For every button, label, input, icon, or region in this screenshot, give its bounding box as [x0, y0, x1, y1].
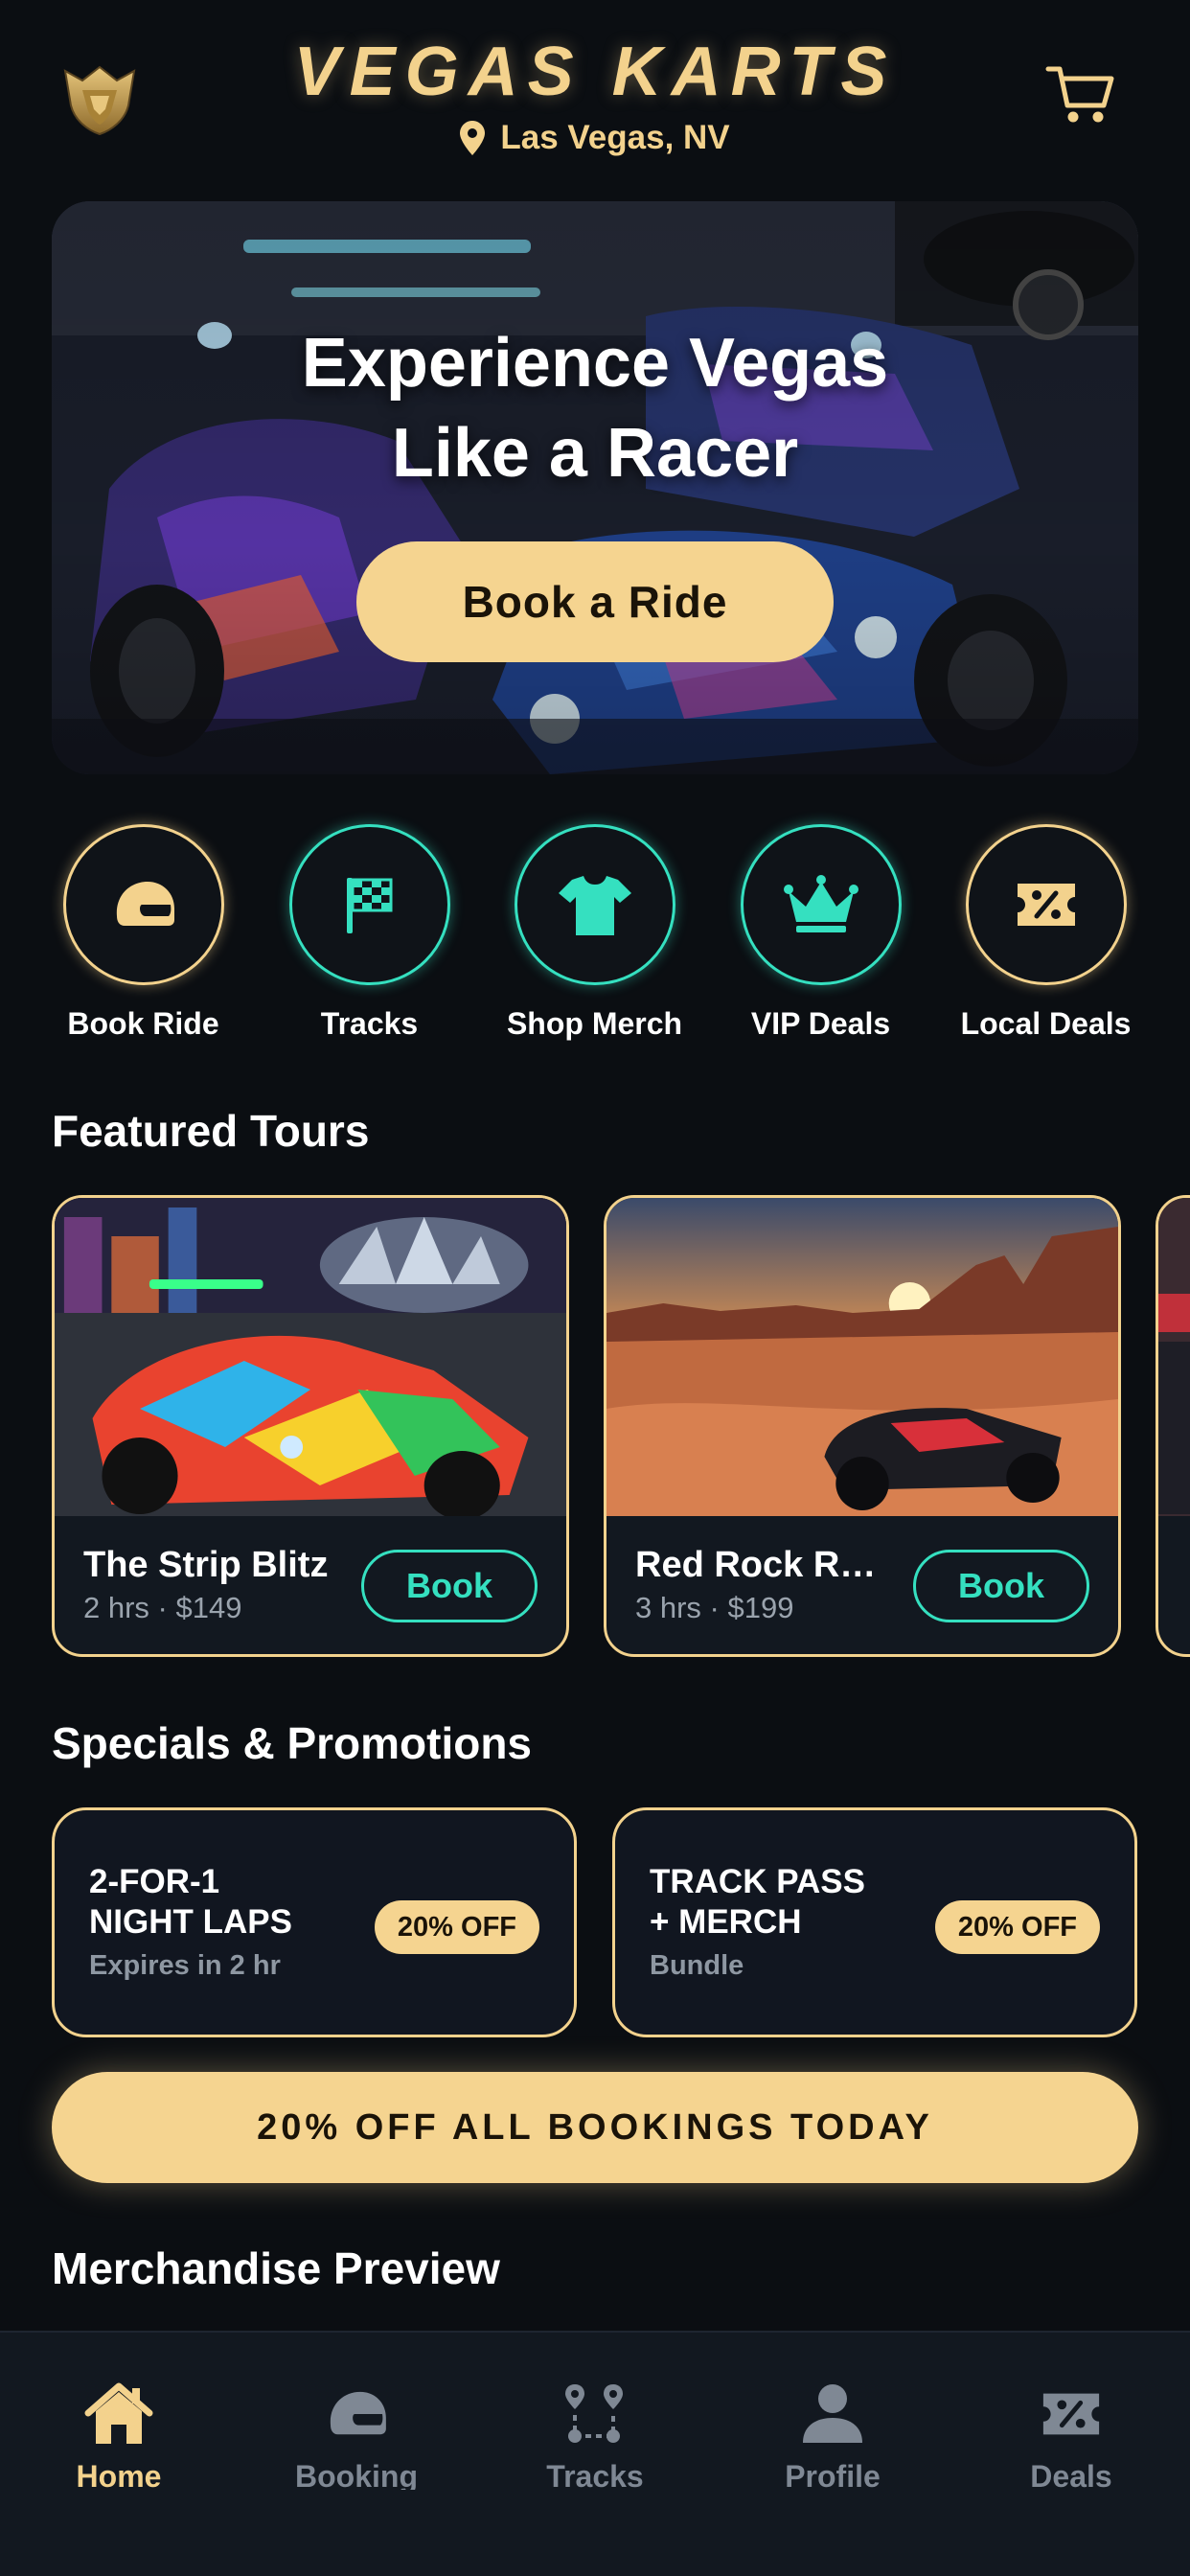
quick-action-label: Book Ride — [67, 1006, 219, 1041]
discount-badge: 20% OFF — [374, 1900, 539, 1954]
specials-title: Specials & Promotions — [52, 1718, 533, 1768]
promo-card[interactable]: 2-FOR-1 NIGHT LAPS Expires in 2 hr 20% O… — [52, 1807, 577, 2037]
nav-item-tracks[interactable]: Tracks — [490, 2380, 700, 2490]
quick-action-vip-deals[interactable]: VIP Deals — [708, 824, 933, 1042]
hero-banner: Experience Vegas Like a Racer Book a Rid… — [52, 201, 1138, 774]
red-rock-image — [606, 1198, 1118, 1516]
promo-title: 2-FOR-1 NIGHT LAPS — [89, 1863, 292, 1941]
quick-action-label: Shop Merch — [506, 1006, 683, 1041]
map-pin-icon — [460, 121, 486, 155]
crown-icon — [783, 875, 858, 932]
user-icon — [803, 2384, 862, 2443]
book-a-ride-button[interactable]: Book a Ride — [356, 541, 834, 662]
quick-action-label: VIP Deals — [750, 1006, 891, 1041]
hero-title: Experience Vegas Like a Racer — [301, 325, 889, 492]
brand-title: VEGAS KARTS — [293, 34, 897, 110]
quick-action-book-ride[interactable]: Book Ride — [31, 824, 256, 1042]
quick-action-label: Tracks — [320, 1006, 419, 1041]
book-tour-button[interactable]: Book — [361, 1550, 538, 1622]
location-text: Las Vegas, NV — [500, 119, 730, 156]
tour-card[interactable]: Red Rock R… 3 hrs · $199 Book — [604, 1195, 1121, 1657]
nav-item-booking[interactable]: Booking — [251, 2380, 462, 2490]
location-label[interactable]: Las Vegas, NV — [0, 119, 1190, 157]
promo-title: TRACK PASS + MERCH — [650, 1863, 865, 1941]
tour-name: Red Rock R… — [635, 1545, 877, 1585]
app-header: VEGAS KARTS Las Vegas, NV — [0, 0, 1190, 182]
promo-card[interactable]: TRACK PASS + MERCH Bundle 20% OFF — [612, 1807, 1137, 2037]
nav-item-profile[interactable]: Profile — [727, 2380, 938, 2490]
tour-meta: 2 hrs · $149 — [83, 1591, 242, 1624]
bottom-nav: Home Booking Tracks Profile Deals — [0, 2331, 1190, 2576]
tour-meta: 3 hrs · $199 — [635, 1591, 794, 1624]
cart-icon[interactable] — [1044, 63, 1117, 126]
quick-action-shop-merch[interactable]: Shop Merch — [482, 824, 707, 1042]
nav-label: Profile — [785, 2459, 881, 2490]
tour-image — [1158, 1198, 1190, 1516]
nav-label: Tracks — [546, 2459, 644, 2490]
strip-blitz-image — [55, 1198, 566, 1516]
book-tour-button[interactable]: Book — [913, 1550, 1089, 1622]
percent-ticket-icon — [1017, 884, 1075, 926]
tshirt-icon — [558, 876, 631, 935]
quick-action-label: Local Deals — [960, 1006, 1132, 1041]
nav-label: Home — [76, 2459, 162, 2490]
promo-subtitle: Bundle — [650, 1950, 744, 1981]
nav-label: Deals — [1030, 2459, 1112, 2490]
checkered-flag-icon — [346, 878, 392, 933]
discount-banner-button[interactable]: 20% OFF ALL BOOKINGS TODAY — [52, 2072, 1138, 2183]
nav-item-deals[interactable]: Deals — [966, 2380, 1177, 2490]
percent-ticket-icon — [1042, 2393, 1100, 2435]
helmet-icon — [116, 882, 174, 926]
quick-action-local-deals[interactable]: Local Deals — [933, 824, 1158, 1042]
nav-item-home[interactable]: Home — [13, 2380, 224, 2490]
helmet-icon — [330, 2391, 386, 2435]
tour-name: The Strip Blitz — [83, 1545, 329, 1585]
home-icon — [84, 2382, 153, 2444]
quick-actions: Book Ride Tracks Shop Merch VIP Deals Lo… — [0, 824, 1190, 1054]
tour-card-peek[interactable] — [1156, 1195, 1190, 1657]
merchandise-preview-title: Merchandise Preview — [52, 2243, 500, 2293]
tour-card[interactable]: The Strip Blitz 2 hrs · $149 Book — [52, 1195, 569, 1657]
featured-tours-carousel[interactable]: The Strip Blitz 2 hrs · $149 Book Red Ro… — [52, 1195, 1190, 1661]
quick-action-tracks[interactable]: Tracks — [257, 824, 482, 1042]
featured-tours-title: Featured Tours — [52, 1106, 370, 1156]
discount-badge: 20% OFF — [934, 1900, 1100, 1954]
nav-label: Booking — [295, 2459, 418, 2490]
promo-subtitle: Expires in 2 hr — [89, 1950, 281, 1981]
route-icon — [565, 2384, 623, 2443]
